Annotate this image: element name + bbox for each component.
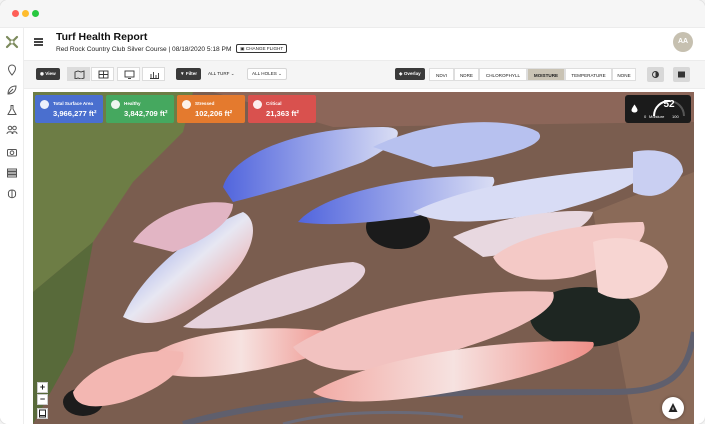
x-icon — [253, 100, 262, 109]
map-icon — [74, 70, 85, 79]
layer-chlorophyll[interactable]: CHLOROPHYLL — [479, 68, 527, 81]
filter-icon: ▼ — [180, 71, 185, 76]
view-label-badge: ◉ View — [36, 68, 60, 80]
window-titlebar — [0, 0, 705, 28]
avatar[interactable]: AA — [673, 32, 693, 52]
list-icon — [678, 71, 685, 78]
location-pin-icon[interactable] — [6, 64, 18, 76]
card-value: 3,966,277 ft² — [53, 109, 97, 118]
filter-label: Filter — [185, 71, 198, 76]
view-chart-button[interactable] — [142, 67, 165, 81]
gauge-max: 100 — [672, 114, 679, 119]
card-value: 3,842,709 ft² — [124, 109, 168, 118]
turf-map[interactable]: Total Surface Area 3,966,277 ft² Healthy… — [33, 92, 694, 424]
brain-icon[interactable] — [6, 188, 18, 200]
view-label: View — [45, 71, 56, 76]
moisture-gauge: 52 0 Moisture 100 — [625, 95, 691, 123]
change-flight-button[interactable]: ▣ CHANGE FLIGHT — [236, 44, 288, 53]
minimize-window-button[interactable] — [22, 10, 29, 17]
stack-icon[interactable] — [6, 167, 18, 179]
contrast-toggle[interactable] — [647, 67, 664, 82]
compass-button[interactable] — [662, 397, 684, 419]
leaf-icon[interactable] — [6, 84, 18, 96]
summary-card-healthy[interactable]: Healthy 3,842,709 ft² — [106, 95, 174, 123]
gauge-value: 52 — [663, 99, 675, 110]
card-label: Healthy — [124, 101, 141, 106]
toolbar: ◉ View ▼ Filter ALL TURF ⌄ ALL HOLES ⌄ ◈ — [24, 60, 705, 89]
card-label: Critical — [266, 101, 282, 106]
check-icon — [111, 100, 120, 109]
filter-label-badge: ▼ Filter — [176, 68, 202, 80]
view-map-button[interactable] — [67, 67, 90, 81]
layers-icon: ◈ — [399, 71, 403, 76]
maximize-window-button[interactable] — [32, 10, 39, 17]
warning-icon — [182, 100, 191, 109]
gauge-label: Moisture — [649, 114, 665, 119]
layer-none[interactable]: NONE — [612, 68, 636, 81]
navigation-arrow-icon — [668, 403, 678, 412]
area-icon — [40, 100, 49, 109]
layer-temperature[interactable]: TEMPERATURE — [565, 68, 612, 81]
book-icon[interactable] — [37, 408, 48, 419]
bar-chart-icon — [150, 72, 159, 79]
layer-moisture[interactable]: MOISTURE — [527, 68, 565, 81]
summary-card-critical[interactable]: Critical 21,363 ft² — [248, 95, 316, 123]
overlay-label: Overlay — [403, 71, 421, 76]
view-compare-button[interactable] — [117, 67, 140, 81]
grid-icon — [98, 70, 109, 79]
zoom-in-button[interactable]: + — [37, 382, 48, 393]
layer-ndre[interactable]: NDRE — [454, 68, 479, 81]
summary-card-total-area[interactable]: Total Surface Area 3,966,277 ft² — [35, 95, 103, 123]
chevron-down-icon: ⌄ — [230, 71, 235, 76]
card-label: Stressed — [195, 101, 215, 106]
report-subtitle: Red Rock Country Club Silver Course | 08… — [56, 44, 288, 53]
card-label: Total Surface Area — [53, 101, 94, 106]
eye-icon: ◉ — [40, 71, 45, 76]
team-icon[interactable] — [6, 124, 18, 136]
monitor-icon — [124, 70, 135, 79]
flask-icon[interactable] — [6, 104, 18, 116]
view-grid-button[interactable] — [91, 67, 114, 81]
holes-select-value: ALL HOLES — [252, 71, 277, 76]
summary-card-stressed[interactable]: Stressed 102,206 ft² — [177, 95, 245, 123]
moisture-map-image[interactable] — [33, 92, 694, 424]
close-window-button[interactable] — [12, 10, 19, 17]
layer-ndvi[interactable]: NDVI — [429, 68, 454, 81]
contrast-icon — [652, 71, 659, 78]
turf-select-value: ALL TURF — [208, 71, 230, 76]
water-drop-icon — [631, 104, 638, 113]
sidebar — [0, 28, 24, 424]
page-title: Turf Health Report — [56, 31, 148, 43]
app-window: Turf Health Report Red Rock Country Club… — [0, 0, 705, 424]
zoom-out-button[interactable]: − — [37, 394, 48, 405]
card-value: 102,206 ft² — [195, 109, 233, 118]
overlay-label-badge: ◈ Overlay — [395, 68, 425, 80]
course-date-label: Red Rock Country Club Silver Course | 08… — [56, 46, 232, 53]
card-value: 21,363 ft² — [266, 109, 299, 118]
holes-select[interactable]: ALL HOLES ⌄ — [247, 68, 287, 80]
camera-icon[interactable] — [6, 146, 18, 158]
header: Turf Health Report Red Rock Country Club… — [24, 28, 705, 60]
calendar-icon: ▣ — [240, 46, 245, 51]
turf-select[interactable]: ALL TURF ⌄ — [204, 68, 239, 80]
chevron-down-icon: ⌄ — [278, 71, 282, 76]
change-flight-label: CHANGE FLIGHT — [245, 46, 284, 51]
app-logo-icon[interactable] — [5, 35, 19, 49]
menu-icon[interactable] — [34, 38, 43, 46]
gauge-min: 0 — [644, 114, 647, 119]
menu-toggle[interactable] — [673, 67, 690, 82]
